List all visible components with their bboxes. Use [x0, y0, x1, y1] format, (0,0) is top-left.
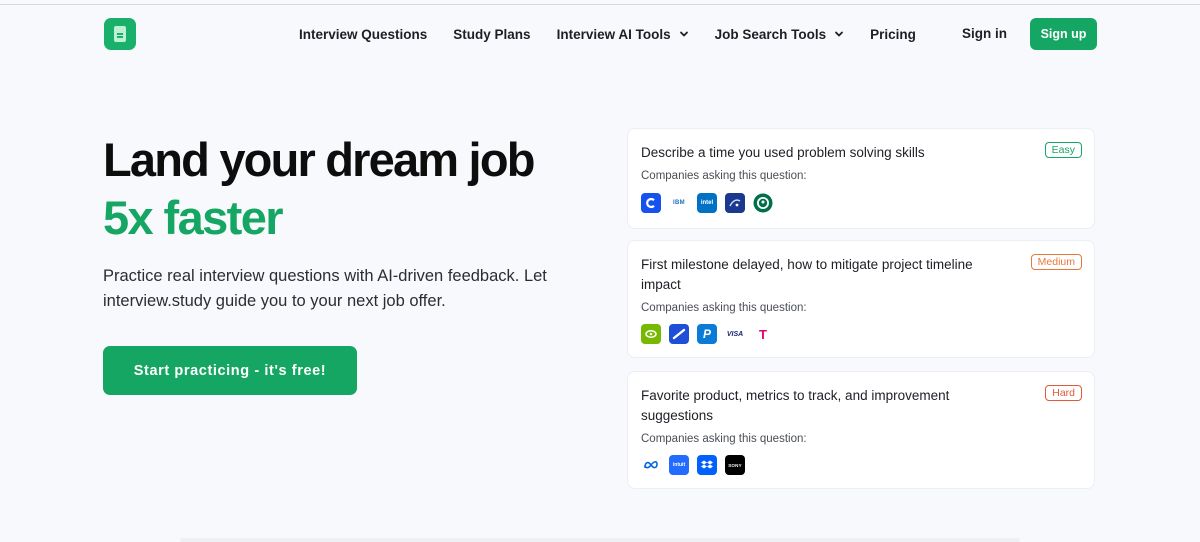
bottom-shadow [180, 538, 1020, 542]
difficulty-badge: Hard [1045, 385, 1082, 401]
difficulty-badge: Medium [1030, 254, 1082, 270]
nav-link-interview-ai-tools[interactable]: Interview AI Tools [557, 27, 689, 42]
hero-title: Land your dream job [103, 133, 535, 186]
navbar: Interview Questions Study Plans Intervie… [104, 18, 1097, 50]
difficulty-badge: Easy [1044, 142, 1082, 158]
hero-accent: 5x faster [103, 191, 284, 244]
sign-in-link[interactable]: Sign in [962, 18, 1007, 50]
hero-description: Practice real interview questions with A… [103, 267, 547, 310]
nav-link-pricing[interactable]: Pricing [870, 27, 916, 42]
nav-link-interview-questions[interactable]: Interview Questions [299, 27, 427, 42]
top-border [0, 4, 1200, 5]
meta-logo-icon [641, 455, 661, 475]
question-card[interactable]: Describe a time you used problem solving… [627, 128, 1095, 229]
starbucks-logo-icon [753, 193, 773, 213]
dropbox-logo-icon [697, 455, 717, 475]
chevron-down-icon [835, 31, 844, 37]
company-logos: P VISA T [641, 324, 781, 344]
nvidia-logo-icon [641, 324, 661, 344]
tmobile-logo-icon: T [753, 324, 773, 344]
airline-logo-icon [669, 324, 689, 344]
company-logos: intuit SONY [641, 455, 753, 475]
nav-links: Interview Questions Study Plans Intervie… [299, 18, 942, 50]
intel-logo-icon: intel [697, 193, 717, 213]
question-text: First milestone delayed, how to mitigate… [641, 257, 973, 292]
logo-icon[interactable] [104, 18, 136, 50]
company-logos: IBM intel [641, 193, 781, 213]
companies-label: Companies asking this question: [641, 302, 807, 314]
coinbase-logo-icon [641, 193, 661, 213]
visa-logo-icon: VISA [725, 324, 745, 344]
sony-logo-icon: SONY [725, 455, 745, 475]
paypal-logo-icon: P [697, 324, 717, 344]
question-text: Favorite product, metrics to track, and … [641, 388, 950, 423]
chevron-down-icon [679, 31, 688, 37]
ibm-logo-icon: IBM [669, 193, 689, 213]
sign-up-button[interactable]: Sign up [1030, 18, 1097, 50]
question-card[interactable]: First milestone delayed, how to mitigate… [627, 240, 1095, 358]
nav-link-job-search-tools[interactable]: Job Search Tools [715, 27, 845, 42]
nav-link-study-plans[interactable]: Study Plans [453, 27, 530, 42]
question-card[interactable]: Favorite product, metrics to track, and … [627, 371, 1095, 489]
companies-label: Companies asking this question: [641, 433, 807, 445]
question-text: Describe a time you used problem solving… [641, 145, 925, 160]
companies-label: Companies asking this question: [641, 170, 807, 182]
start-practicing-button[interactable]: Start practicing - it's free! [103, 346, 357, 395]
intuit-logo-icon: intuit [669, 455, 689, 475]
pepsico-logo-icon [725, 193, 745, 213]
